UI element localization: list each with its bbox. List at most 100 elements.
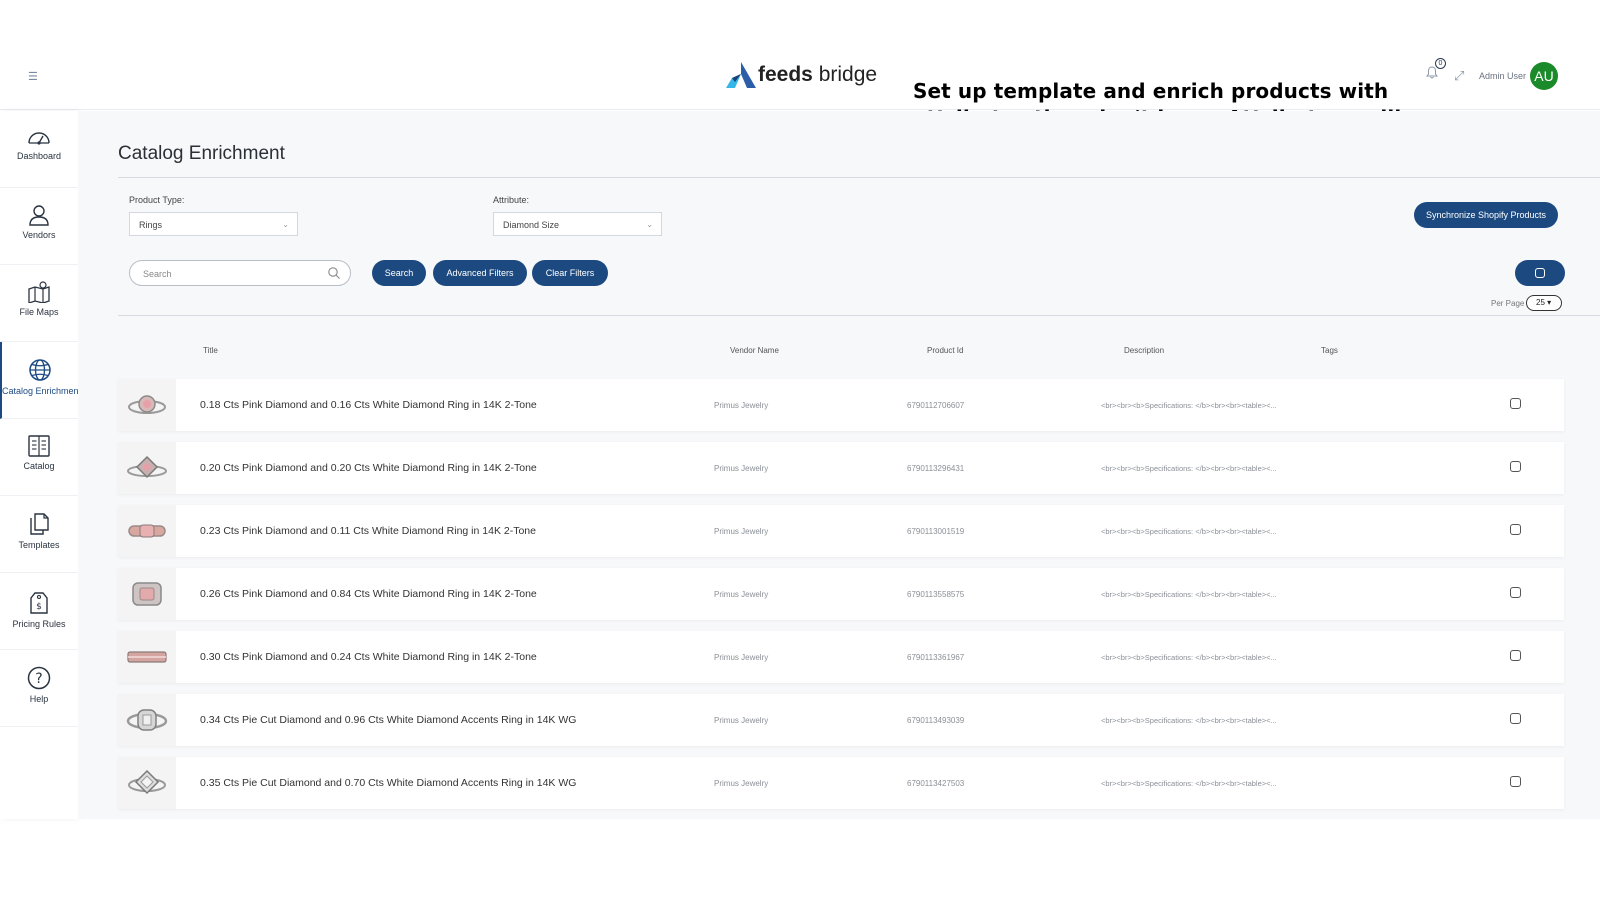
table-row[interactable]: 0.18 Cts Pink Diamond and 0.16 Cts White… [118, 379, 1564, 431]
templates-icon [30, 513, 49, 535]
row-checkbox[interactable] [1510, 776, 1521, 787]
product-title[interactable]: 0.20 Cts Pink Diamond and 0.20 Cts White… [200, 462, 537, 474]
product-title[interactable]: 0.26 Cts Pink Diamond and 0.84 Cts White… [200, 588, 537, 600]
menu-toggle-icon[interactable]: ☰ [28, 70, 38, 83]
sidebar-item-templates[interactable]: Templates [0, 496, 78, 573]
ring-image-icon [128, 524, 166, 538]
table-row[interactable]: 0.20 Cts Pink Diamond and 0.20 Cts White… [118, 442, 1564, 494]
vendor-name: Primus Jewelry [714, 464, 769, 473]
bell-icon[interactable] [1426, 66, 1438, 79]
product-title[interactable]: 0.18 Cts Pink Diamond and 0.16 Cts White… [200, 399, 537, 411]
product-description: <br><br><b>Specifications: </b><br><br><… [1101, 590, 1277, 599]
chevron-down-icon: ⌄ [646, 220, 653, 229]
row-checkbox[interactable] [1510, 650, 1521, 661]
sidebar-item-pricing-rules[interactable]: $ Pricing Rules [0, 573, 78, 650]
row-checkbox[interactable] [1510, 587, 1521, 598]
main-content: Catalog Enrichment Product Type: Rings ⌄… [78, 111, 1600, 819]
dashboard-icon [28, 132, 50, 145]
square-icon [1535, 268, 1545, 278]
product-type-label: Product Type: [129, 195, 185, 205]
sidebar-item-catalog-enrichment[interactable]: Catalog Enrichment [0, 342, 82, 419]
attribute-label: Attribute: [493, 195, 530, 205]
globe-icon [29, 359, 51, 381]
vendor-name: Primus Jewelry [714, 716, 769, 725]
per-page-select[interactable]: 25 ▾ [1526, 295, 1562, 311]
vendor-name: Primus Jewelry [714, 590, 769, 599]
product-type-select[interactable]: Rings ⌄ [129, 212, 298, 236]
table-row[interactable]: 0.23 Cts Pink Diamond and 0.11 Cts White… [118, 505, 1564, 557]
fullscreen-icon[interactable]: ⤢ [1454, 68, 1464, 84]
sidebar-label-vendors: Vendors [22, 230, 56, 240]
svg-text:$: $ [36, 602, 42, 612]
vendor-name: Primus Jewelry [714, 401, 769, 410]
product-id: 6790113493039 [907, 716, 965, 725]
product-description: <br><br><b>Specifications: </b><br><br><… [1101, 716, 1277, 725]
ring-image-icon [127, 455, 167, 479]
vendor-name: Primus Jewelry [714, 653, 769, 662]
attribute-select[interactable]: Diamond Size ⌄ [493, 212, 662, 236]
product-thumbnail [118, 442, 176, 494]
sidebar: Dashboard Vendors File Maps Catalog Enri… [0, 111, 82, 819]
product-description: <br><br><b>Specifications: </b><br><br><… [1101, 527, 1277, 536]
ring-image-icon [128, 395, 166, 414]
product-id: 6790113427503 [907, 779, 965, 788]
product-title[interactable]: 0.23 Cts Pink Diamond and 0.11 Cts White… [200, 525, 536, 537]
view-toggle-button[interactable] [1515, 260, 1565, 286]
product-id: 6790113296431 [907, 464, 965, 473]
synchronize-shopify-products-button[interactable]: Synchronize Shopify Products [1414, 202, 1558, 228]
sidebar-label-catalog: Catalog [23, 461, 55, 471]
product-title[interactable]: 0.30 Cts Pink Diamond and 0.24 Cts White… [200, 651, 537, 663]
sidebar-label-catalog-enrichment: Catalog Enrichment [2, 386, 82, 396]
search-placeholder: Search [143, 269, 172, 279]
logo-text-strong: feeds [758, 63, 813, 86]
sidebar-label-file-maps: File Maps [19, 307, 59, 317]
filters-divider [118, 315, 1600, 316]
search-button[interactable]: Search [372, 260, 426, 286]
svg-text:?: ? [35, 671, 42, 687]
ring-image-icon [126, 709, 168, 731]
vendors-icon [29, 205, 49, 226]
row-checkbox[interactable] [1510, 713, 1521, 724]
sidebar-item-vendors[interactable]: Vendors [0, 188, 78, 265]
product-thumbnail [118, 379, 176, 431]
sidebar-item-catalog[interactable]: Catalog [0, 419, 78, 496]
sidebar-item-file-maps[interactable]: File Maps [0, 265, 78, 342]
row-checkbox[interactable] [1510, 461, 1521, 472]
product-thumbnail [118, 505, 176, 557]
search-icon[interactable] [327, 266, 341, 280]
product-id: 6790113361967 [907, 653, 965, 662]
product-description: <br><br><b>Specifications: </b><br><br><… [1101, 653, 1277, 662]
logo: feeds bridge [726, 62, 877, 88]
table-row[interactable]: 0.26 Cts Pink Diamond and 0.84 Cts White… [118, 568, 1564, 620]
vendor-name: Primus Jewelry [714, 779, 769, 788]
table-row[interactable]: 0.30 Cts Pink Diamond and 0.24 Cts White… [118, 631, 1564, 683]
avatar[interactable]: AU [1530, 62, 1558, 90]
ring-image-icon [128, 769, 166, 795]
product-title[interactable]: 0.34 Cts Pie Cut Diamond and 0.96 Cts Wh… [200, 714, 576, 726]
page-title: Catalog Enrichment [118, 143, 285, 164]
file-maps-icon [28, 281, 50, 303]
price-tag-icon: $ [30, 592, 48, 614]
chevron-down-icon: ⌄ [282, 220, 289, 229]
product-title[interactable]: 0.35 Cts Pie Cut Diamond and 0.70 Cts Wh… [200, 777, 576, 789]
logo-text-light: bridge [812, 63, 878, 86]
user-name[interactable]: Admin User [1479, 71, 1526, 81]
sidebar-item-dashboard[interactable]: Dashboard [0, 111, 78, 188]
table-row[interactable]: 0.35 Cts Pie Cut Diamond and 0.70 Cts Wh… [118, 757, 1564, 809]
search-input[interactable]: Search [129, 260, 351, 286]
table-row[interactable]: 0.34 Cts Pie Cut Diamond and 0.96 Cts Wh… [118, 694, 1564, 746]
product-thumbnail [118, 568, 176, 620]
per-page-label: Per Page [1491, 299, 1525, 308]
product-thumbnail [118, 757, 176, 809]
advanced-filters-button[interactable]: Advanced Filters [433, 260, 527, 286]
clear-filters-button[interactable]: Clear Filters [532, 260, 608, 286]
product-id: 6790113558575 [907, 590, 965, 599]
product-id: 6790113001519 [907, 527, 965, 536]
sidebar-item-help[interactable]: ? Help [0, 650, 78, 727]
row-checkbox[interactable] [1510, 524, 1521, 535]
row-checkbox[interactable] [1510, 398, 1521, 409]
product-type-value: Rings [139, 220, 163, 230]
sidebar-label-pricing-rules: Pricing Rules [12, 619, 66, 629]
help-icon: ? [27, 666, 51, 690]
product-id: 6790112706607 [907, 401, 965, 410]
